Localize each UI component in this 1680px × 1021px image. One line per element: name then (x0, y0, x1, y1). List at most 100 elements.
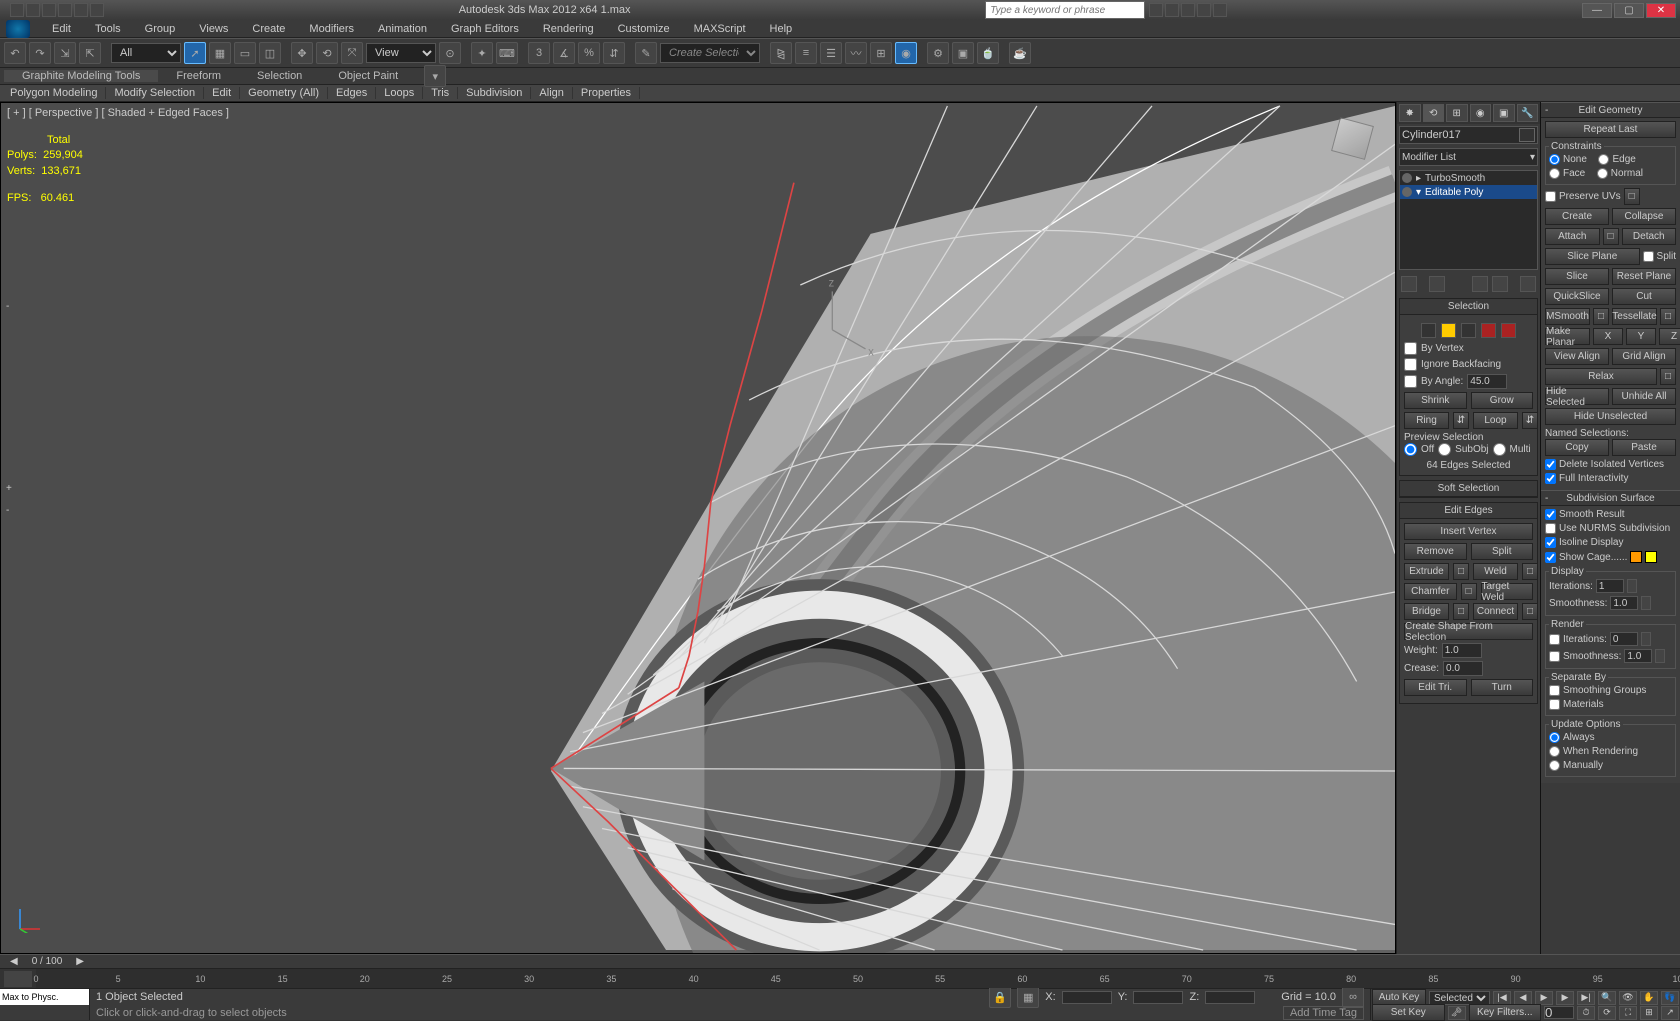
menu-customize[interactable]: Customize (608, 23, 680, 35)
copy-selection-button[interactable]: Copy (1545, 439, 1609, 456)
app-menu-icon[interactable] (6, 20, 30, 38)
view-align-button[interactable]: View Align (1545, 348, 1609, 365)
eye-icon[interactable] (1402, 187, 1412, 197)
update-manually-radio[interactable] (1549, 760, 1560, 771)
menu-group[interactable]: Group (135, 23, 186, 35)
menu-graph-editors[interactable]: Graph Editors (441, 23, 529, 35)
render-iter-spinner[interactable] (1641, 632, 1651, 646)
grow-button[interactable]: Grow (1471, 392, 1534, 409)
tab-object-paint[interactable]: Object Paint (320, 70, 416, 82)
cage-color2-swatch[interactable] (1645, 551, 1657, 563)
nav-zoom-region-icon[interactable]: ⛶ (1619, 1006, 1637, 1020)
subobj-polygon-icon[interactable] (1481, 323, 1496, 338)
play-icon[interactable]: ▶ (1535, 991, 1553, 1005)
attach-button[interactable]: Attach (1545, 228, 1600, 245)
remove-modifier-icon[interactable] (1492, 276, 1508, 292)
manipulate-icon[interactable]: ✦ (471, 42, 493, 64)
panel-tris[interactable]: Tris (423, 87, 458, 99)
trackbar[interactable]: ◀ 0 / 100 ▶ (0, 954, 1680, 968)
smooth-result-checkbox[interactable] (1545, 509, 1556, 520)
detach-button[interactable]: Detach (1622, 228, 1677, 245)
nav-walk-icon[interactable]: 👣 (1661, 991, 1679, 1005)
tessellate-button[interactable]: Tessellate (1612, 308, 1657, 325)
qa-more-icon[interactable] (90, 3, 104, 17)
render-icon[interactable]: ☕ (1009, 42, 1031, 64)
relax-settings-icon[interactable]: □ (1660, 368, 1676, 385)
maximize-button[interactable]: ▢ (1614, 3, 1644, 18)
render-smoothness-checkbox[interactable] (1549, 651, 1560, 662)
key-filters-button[interactable]: Key Filters... (1469, 1004, 1542, 1021)
render-setup-icon[interactable]: ⚙ (927, 42, 949, 64)
crease-input[interactable] (1443, 661, 1483, 676)
update-when-rendering-radio[interactable] (1549, 746, 1560, 757)
use-nurms-checkbox[interactable] (1545, 523, 1556, 534)
bridge-button[interactable]: Bridge (1404, 603, 1449, 620)
preserve-uvs-checkbox[interactable] (1545, 191, 1556, 202)
scale-icon[interactable]: ⤧ (341, 42, 363, 64)
menu-edit[interactable]: Edit (42, 23, 81, 35)
weight-input[interactable] (1442, 643, 1482, 658)
search-icon[interactable] (1165, 3, 1179, 17)
sep-smoothing-groups-checkbox[interactable] (1549, 685, 1560, 696)
panel-polygon-modeling[interactable]: Polygon Modeling (2, 87, 106, 99)
snap-toggle-icon[interactable]: 3 (528, 42, 550, 64)
undo-icon[interactable]: ↶ (4, 42, 26, 64)
nav-zoom-icon[interactable]: 🔍 (1598, 991, 1616, 1005)
menu-maxscript[interactable]: MAXScript (684, 23, 756, 35)
tab-selection[interactable]: Selection (239, 70, 320, 82)
show-cage-checkbox[interactable] (1545, 552, 1556, 563)
modifier-list-dropdown[interactable]: Modifier List▾ (1399, 148, 1538, 166)
menu-tools[interactable]: Tools (85, 23, 131, 35)
loop-button[interactable]: Loop (1473, 412, 1518, 429)
modifier-stack[interactable]: ▸TurboSmooth ▾Editable Poly (1399, 170, 1538, 270)
ring-spinner[interactable]: ⇵ (1453, 412, 1469, 429)
tab-hierarchy-icon[interactable]: ⊞ (1446, 104, 1468, 122)
goto-end-icon[interactable]: ▶| (1577, 991, 1595, 1005)
eye-icon[interactable] (1402, 173, 1412, 183)
subobj-border-icon[interactable] (1461, 323, 1476, 338)
slice-button[interactable]: Slice (1545, 268, 1609, 285)
goto-start-icon[interactable]: |◀ (1493, 991, 1511, 1005)
render-smoothness-input[interactable] (1624, 649, 1652, 663)
planar-x-button[interactable]: X (1593, 328, 1623, 345)
constraint-edge-radio[interactable] (1598, 154, 1609, 165)
relax-button[interactable]: Relax (1545, 368, 1657, 385)
tab-display-icon[interactable]: ▣ (1493, 104, 1515, 122)
infocenter-icon[interactable] (1149, 3, 1163, 17)
chamfer-settings-icon[interactable]: □ (1461, 583, 1477, 600)
display-iterations-input[interactable] (1596, 579, 1624, 593)
weld-button[interactable]: Weld (1473, 563, 1518, 580)
time-config-icon[interactable]: ⏱ (1577, 1006, 1595, 1020)
tessellate-settings-icon[interactable]: □ (1660, 308, 1676, 325)
tab-freeform[interactable]: Freeform (158, 70, 239, 82)
pivot-center-icon[interactable]: ⊙ (439, 42, 461, 64)
turn-button[interactable]: Turn (1471, 679, 1534, 696)
set-key-button[interactable]: Set Key (1372, 1004, 1445, 1021)
qa-undo-icon[interactable] (58, 3, 72, 17)
preview-off-radio[interactable] (1404, 443, 1417, 456)
percent-snap-icon[interactable]: % (578, 42, 600, 64)
rendered-frame-icon[interactable]: ▣ (952, 42, 974, 64)
nav-orbit-icon[interactable]: ⟳ (1598, 1006, 1616, 1020)
render-iterations-checkbox[interactable] (1549, 634, 1560, 645)
render-production-icon[interactable]: 🍵 (977, 42, 999, 64)
render-smooth-spinner[interactable] (1655, 649, 1665, 663)
constraint-face-radio[interactable] (1549, 168, 1560, 179)
rollout-selection-header[interactable]: -Selection (1400, 299, 1537, 315)
extrude-settings-icon[interactable]: □ (1453, 563, 1469, 580)
next-frame-icon[interactable]: ▶ (1556, 991, 1574, 1005)
delete-isolated-checkbox[interactable] (1545, 459, 1556, 470)
qa-redo-icon[interactable] (74, 3, 88, 17)
spinner-snap-icon[interactable]: ⇵ (603, 42, 625, 64)
render-iterations-input[interactable] (1610, 632, 1638, 646)
sep-materials-checkbox[interactable] (1549, 699, 1560, 710)
align-icon[interactable]: ≡ (795, 42, 817, 64)
help-search-input[interactable] (985, 1, 1145, 19)
qa-save-icon[interactable] (42, 3, 56, 17)
panel-modify-selection[interactable]: Modify Selection (106, 87, 204, 99)
close-button[interactable]: ✕ (1646, 3, 1676, 18)
loop-spinner[interactable]: ⇵ (1522, 412, 1538, 429)
stack-turbosmooth[interactable]: ▸TurboSmooth (1400, 171, 1537, 185)
by-angle-checkbox[interactable] (1404, 375, 1417, 388)
edit-tri-button[interactable]: Edit Tri. (1404, 679, 1467, 696)
